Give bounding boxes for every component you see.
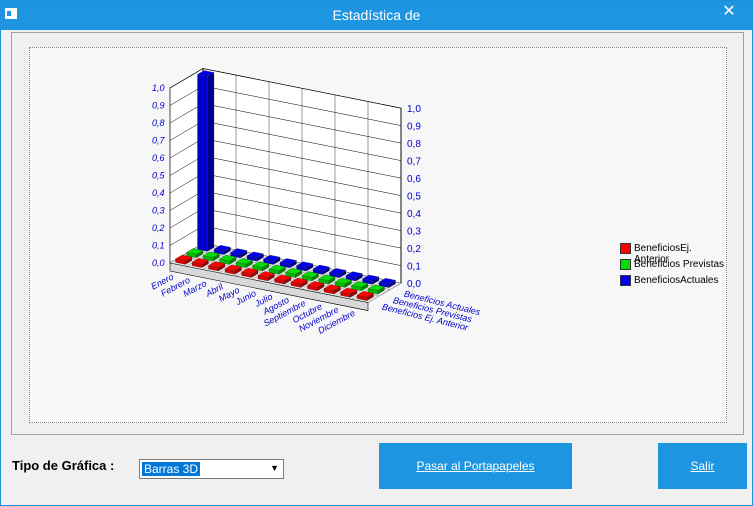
bar-side [207, 72, 215, 252]
legend-item: BeneficiosActuales [620, 275, 726, 291]
legend-item: Beneficios Previstas [620, 259, 726, 275]
chart-type-label: Tipo de Gráfica : [12, 458, 115, 473]
y-tick-label-left: 0,7 [152, 136, 166, 146]
legend-swatch [620, 259, 631, 270]
chart-panel: 0,0 0,0 0,1 0,1 0,2 0,2 0,3 0,3 0,4 0,4 0,5 0,5 0,6 0… [11, 32, 744, 435]
chart-type-select[interactable]: Barras 3D ▼ [139, 459, 284, 479]
y-tick-label-left: 0,0 [152, 258, 165, 268]
legend-swatch [620, 243, 631, 254]
copy-button-label: Pasar al Portapapeles [416, 459, 535, 473]
legend-label: Beneficios Previstas [634, 259, 725, 270]
chart-type-value: Barras 3D [142, 462, 201, 476]
title-bar: Estadística de ✕ [1, 1, 752, 30]
y-tick-label-left: 0,3 [152, 206, 165, 216]
y-tick-label-left: 0,6 [152, 153, 165, 163]
y-tick-label-right: 0,6 [407, 174, 421, 185]
y-tick-label-left: 0,1 [152, 241, 165, 251]
chevron-down-icon[interactable]: ▼ [270, 463, 279, 473]
y-tick-label-left: 0,9 [152, 101, 165, 111]
close-button[interactable]: ✕ [706, 1, 752, 30]
exit-button-label: Salir [690, 459, 715, 473]
exit-button[interactable]: Salir [658, 443, 747, 489]
app-window: Estadística de ✕ 0,0 0,0 0,1 0,1 0,2 0,2 0,3 0,… [0, 0, 753, 506]
y-tick-label-left: 0,2 [152, 223, 165, 233]
chart-area: 0,0 0,0 0,1 0,1 0,2 0,2 0,3 0,3 0,4 0,4 0,5 0,5 0,6 0… [29, 47, 727, 423]
y-tick-label-right: 0,4 [407, 209, 421, 220]
y-tick-label-left: 0,4 [152, 188, 165, 198]
y-tick-label-left: 1,0 [152, 83, 165, 93]
bar-chart-3d: 0,0 0,0 0,1 0,1 0,2 0,2 0,3 0,3 0,4 0,4 0,5 0,5 0,6 0… [149, 67, 482, 336]
legend-label: BeneficiosActuales [634, 275, 719, 286]
y-tick-label-right: 0,2 [407, 244, 421, 255]
y-tick-label-right: 0,8 [407, 139, 421, 150]
legend-swatch [620, 275, 631, 286]
close-icon: ✕ [722, 3, 736, 20]
chart-legend: BeneficiosEj. Anterior Beneficios Previs… [620, 243, 726, 291]
y-tick-label-right: 0,0 [407, 279, 421, 290]
y-tick-label-left: 0,5 [152, 171, 166, 181]
legend-item: BeneficiosEj. Anterior [620, 243, 726, 265]
y-tick-label-right: 1,0 [407, 104, 421, 115]
bar-front [197, 74, 208, 252]
y-tick-label-right: 0,7 [407, 157, 421, 168]
y-tick-label-right: 0,5 [407, 192, 421, 203]
window-title: Estadística de [332, 7, 421, 23]
y-tick-label-right: 0,3 [407, 227, 421, 238]
y-tick-label-right: 0,9 [407, 122, 421, 133]
y-tick-label-right: 0,1 [407, 262, 421, 273]
copy-to-clipboard-button[interactable]: Pasar al Portapapeles [379, 443, 572, 489]
y-tick-label-left: 0,8 [152, 118, 165, 128]
